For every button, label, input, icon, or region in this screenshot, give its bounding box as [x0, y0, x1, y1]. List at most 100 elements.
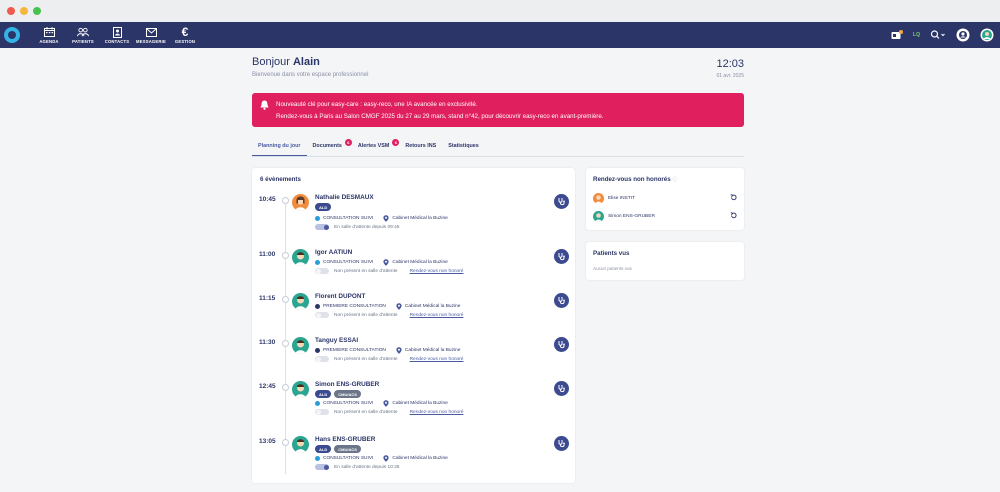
- stethoscope-action-button[interactable]: [554, 436, 569, 451]
- patient-name[interactable]: Nathalie DESMAUX: [315, 194, 374, 201]
- no-show-link[interactable]: Rendez-vous non honoré: [410, 410, 464, 415]
- timeline-marker: [282, 296, 289, 303]
- tab-statistiques[interactable]: Statistiques: [442, 139, 485, 156]
- no-show-link[interactable]: Rendez-vous non honoré: [410, 313, 464, 318]
- nav-patients[interactable]: PATIENTS: [66, 22, 100, 48]
- documents-count-badge: 6: [344, 139, 352, 146]
- appointment-item[interactable]: 13:05 Hans ENS-GRUBER ALD CMU/ACS CONSUL…: [252, 436, 575, 476]
- patient-tags: ALD: [315, 203, 332, 211]
- minimize-window-dot[interactable]: [20, 7, 28, 15]
- ald-tag: ALD: [315, 203, 332, 211]
- tab-bar: Planning du jour Documents 6 Alertes VSM 6…: [252, 139, 744, 157]
- seen-patients-title: Patients vus: [593, 250, 630, 257]
- consultation-type: CONSULTATION SUIVI: [323, 216, 374, 221]
- tab-retours-ins[interactable]: Retours INS: [399, 139, 442, 156]
- stethoscope-action-button[interactable]: [554, 194, 569, 209]
- tab-documents[interactable]: Documents 6: [307, 139, 352, 156]
- greeting-user: Alain: [292, 56, 320, 68]
- bell-icon: [260, 100, 269, 115]
- nav-messagerie[interactable]: MESSAGERIE: [134, 22, 168, 48]
- seen-patients-empty: Aucun patients vus: [593, 266, 632, 271]
- waiting-room-toggle[interactable]: [315, 356, 329, 362]
- patient-avatar: [292, 293, 309, 310]
- current-date: 01 avr. 2025: [716, 73, 744, 79]
- waiting-status-text: Non présent en salle d'attente: [334, 356, 398, 362]
- tab-alertes-vsm[interactable]: Alertes VSM 6: [352, 139, 400, 156]
- appointment-item[interactable]: 11:30 Tanguy ESSAI PREMIERE CONSULTATION…: [252, 337, 575, 367]
- appointment-item[interactable]: 12:45 Simon ENS-GRUBER ALD CMU/ACS CONSU…: [252, 381, 575, 421]
- location-pin-icon: [383, 455, 389, 462]
- stethoscope-action-button[interactable]: [554, 293, 569, 308]
- no-show-link[interactable]: Rendez-vous non honoré: [410, 357, 464, 362]
- location-pin-icon: [396, 303, 402, 310]
- patient-name[interactable]: Igor AATIUN: [315, 249, 352, 256]
- toggle-knob: [315, 409, 321, 415]
- consultation-type-dot: [315, 401, 320, 406]
- nav-contacts[interactable]: CONTACTS: [100, 22, 134, 48]
- undo-icon[interactable]: [730, 194, 737, 203]
- tab-label: Documents: [312, 143, 342, 149]
- lq-badge[interactable]: LQ: [913, 28, 920, 42]
- consultation-type: CONSULTATION SUIVI: [323, 456, 374, 461]
- app-window: AGENDA PATIENTS CONTACTS MESSAGERIE € GE…: [0, 0, 1000, 492]
- nav-contacts-label: CONTACTS: [104, 38, 130, 44]
- waiting-room-toggle[interactable]: [315, 409, 329, 415]
- undo-icon[interactable]: [730, 212, 737, 221]
- location-pin-icon: [383, 400, 389, 407]
- nav-agenda[interactable]: AGENDA: [32, 22, 66, 48]
- waiting-room-status: Non présent en salle d'attente Rendez-vo…: [315, 268, 463, 274]
- stethoscope-action-button[interactable]: [554, 381, 569, 396]
- patient-name[interactable]: Tanguy ESSAI: [315, 337, 358, 344]
- patient-name[interactable]: Simon ENS-GRUBER: [315, 381, 379, 388]
- appointment-item[interactable]: 11:00 Igor AATIUN CONSULTATION SUIVI Cab…: [252, 249, 575, 279]
- announcement-banner: Nouveauté clé pour easy-care : easy-reco…: [252, 93, 744, 127]
- calendar-icon: [43, 27, 55, 38]
- close-window-dot[interactable]: [7, 7, 15, 15]
- waiting-status-text: En salle d'attente depuis 10:35: [334, 464, 400, 470]
- consultation-type-dot: [315, 260, 320, 265]
- missed-appointment-item[interactable]: Simon ENS-GRUBER: [593, 210, 737, 222]
- patient-name[interactable]: Florent DUPONT: [315, 293, 365, 300]
- tab-label: Retours INS: [405, 143, 437, 149]
- toggle-knob: [315, 312, 321, 318]
- no-show-link[interactable]: Rendez-vous non honoré: [410, 269, 464, 274]
- appointment-item[interactable]: 11:15 Florent DUPONT PREMIERE CONSULTATI…: [252, 293, 575, 323]
- stethoscope-icon: [558, 341, 565, 349]
- appointment-item[interactable]: 10:45 Nathalie DESMAUX ALD CONSULTATION …: [252, 194, 575, 234]
- ald-tag: ALD: [315, 445, 332, 453]
- events-count-title: 6 évènements: [260, 176, 301, 183]
- waiting-status-text: En salle d'attente depuis 09:45: [334, 224, 400, 230]
- user-avatar[interactable]: [980, 28, 994, 42]
- stethoscope-action-button[interactable]: [554, 249, 569, 264]
- main-content: Bonjour Alain Bienvenue dans votre espac…: [252, 56, 744, 483]
- timeline-marker: [282, 252, 289, 259]
- nav-agenda-label: AGENDA: [39, 38, 59, 44]
- patient-name[interactable]: Hans ENS-GRUBER: [315, 436, 375, 443]
- consultation-type: CONSULTATION SUIVI: [323, 260, 374, 265]
- patient-tags: ALD CMU/ACS: [315, 445, 361, 453]
- announcement-line-1: Nouveauté clé pour easy-care : easy-reco…: [276, 101, 478, 108]
- profile-switch-icon[interactable]: [956, 28, 970, 42]
- consultation-type-dot: [315, 456, 320, 461]
- missed-appointment-item[interactable]: Elise INSTIT: [593, 192, 737, 204]
- maximize-window-dot[interactable]: [33, 7, 41, 15]
- tab-planning-du-jour[interactable]: Planning du jour: [252, 139, 307, 156]
- stethoscope-action-button[interactable]: [554, 337, 569, 352]
- nav-right-tools: LQ: [891, 22, 994, 48]
- info-icon[interactable]: ⓘ: [672, 177, 677, 183]
- patient-avatar: [292, 381, 309, 398]
- waiting-room-toggle[interactable]: [315, 464, 329, 470]
- search-dropdown[interactable]: [930, 28, 946, 42]
- clock: 12:03 01 avr. 2025: [716, 58, 744, 79]
- id-card-icon[interactable]: [891, 28, 904, 42]
- waiting-room-toggle[interactable]: [315, 312, 329, 318]
- top-navigation: AGENDA PATIENTS CONTACTS MESSAGERIE € GE…: [0, 22, 1000, 48]
- app-logo[interactable]: [4, 27, 20, 43]
- waiting-room-toggle[interactable]: [315, 268, 329, 274]
- toggle-knob: [315, 356, 321, 362]
- waiting-room-toggle[interactable]: [315, 224, 329, 230]
- patient-name: Elise INSTIT: [608, 195, 635, 201]
- appointment-time: 11:30: [259, 339, 276, 346]
- nav-gestion[interactable]: € GESTION: [168, 22, 202, 48]
- consultation-type-dot: [315, 216, 320, 221]
